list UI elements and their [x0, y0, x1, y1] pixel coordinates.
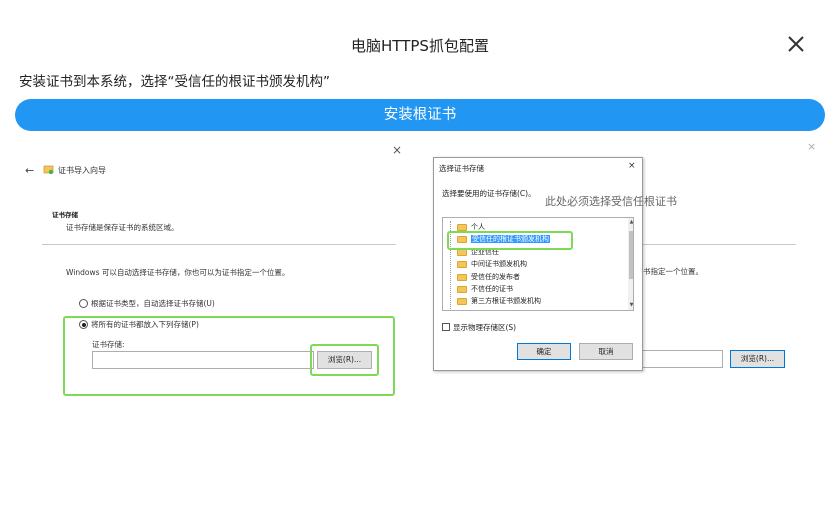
- wizard-paragraph: Windows 可以自动选择证书存储，你也可以为证书指定一个位置。: [66, 268, 290, 277]
- list-scrollbar: ▲ ▼: [628, 218, 634, 310]
- show-physical-checkbox: [442, 323, 450, 331]
- https-config-dialog: 电脑HTTPS抓包配置 安装证书到本系统，选择“受信任的根证书颁发机构” 安装根…: [0, 0, 840, 513]
- background-close-icon: ×: [807, 140, 817, 153]
- radio-auto-label: 根据证书类型，自动选择证书存储(U): [91, 299, 215, 308]
- browse-button: 浏览(R)...: [317, 351, 372, 369]
- wizard-heading: 证书存储: [52, 211, 78, 219]
- back-arrow-icon: ←: [25, 164, 35, 177]
- certificate-icon: [43, 165, 54, 175]
- folder-icon: [457, 260, 467, 268]
- divider: [640, 244, 796, 245]
- store-dialog-title: 选择证书存储: [439, 164, 484, 173]
- store-field: [92, 351, 314, 369]
- instruction-text: 安装证书到本系统，选择“受信任的根证书颁发机构”: [19, 74, 330, 90]
- background-browse-button: 浏览(R)...: [730, 350, 785, 368]
- list-item: 中间证书颁发机构: [457, 259, 527, 270]
- list-item: 不信任的证书: [457, 284, 513, 295]
- close-icon: [788, 36, 804, 52]
- wizard-close-icon: ×: [392, 143, 403, 157]
- folder-icon: [457, 223, 467, 231]
- divider: [42, 244, 396, 245]
- close-button[interactable]: [785, 33, 807, 55]
- wizard-subheading: 证书存储是保存证书的系统区域。: [66, 223, 179, 232]
- list-item: 第三方根证书颁发机构: [457, 296, 541, 307]
- cancel-button: 取消: [579, 343, 633, 360]
- scroll-up-icon: ▲: [629, 219, 634, 225]
- radio-manual-store: [79, 320, 88, 329]
- folder-icon: [457, 273, 467, 281]
- list-item: 受信任的发布者: [457, 272, 520, 283]
- ok-button: 确定: [517, 343, 571, 360]
- select-store-dialog: 选择证书存储 × 选择要使用的证书存储(C)。 个人 受信任的根证书颁发机构 企…: [433, 157, 643, 371]
- wizard-screenshot: × ← 证书导入向导 证书存储 证书存储是保存证书的系统区域。 Windows …: [20, 140, 410, 410]
- radio-auto-store: [79, 299, 88, 308]
- scroll-down-icon: ▼: [629, 302, 634, 308]
- store-dialog-label: 选择要使用的证书存储(C)。: [442, 189, 536, 198]
- selected-highlight-box: [447, 231, 573, 250]
- scroll-thumb: [629, 231, 633, 279]
- install-root-cert-button[interactable]: 安装根证书: [15, 99, 825, 131]
- radio-manual-label: 将所有的证书都放入下列存储(P): [91, 320, 199, 329]
- show-physical-label: 显示物理存储区(S): [453, 323, 517, 332]
- background-partial-text: 书指定一个位置。: [643, 267, 703, 276]
- store-dialog-close-icon: ×: [628, 161, 636, 171]
- folder-icon: [457, 285, 467, 293]
- wizard-title: 证书导入向导: [58, 166, 106, 175]
- folder-icon: [457, 297, 467, 305]
- dialog-title: 电脑HTTPS抓包配置: [351, 37, 489, 55]
- store-label: 证书存储:: [92, 340, 125, 349]
- annotation-note: 此处必须选择受信任根证书: [545, 195, 677, 208]
- background-store-field: [640, 350, 723, 368]
